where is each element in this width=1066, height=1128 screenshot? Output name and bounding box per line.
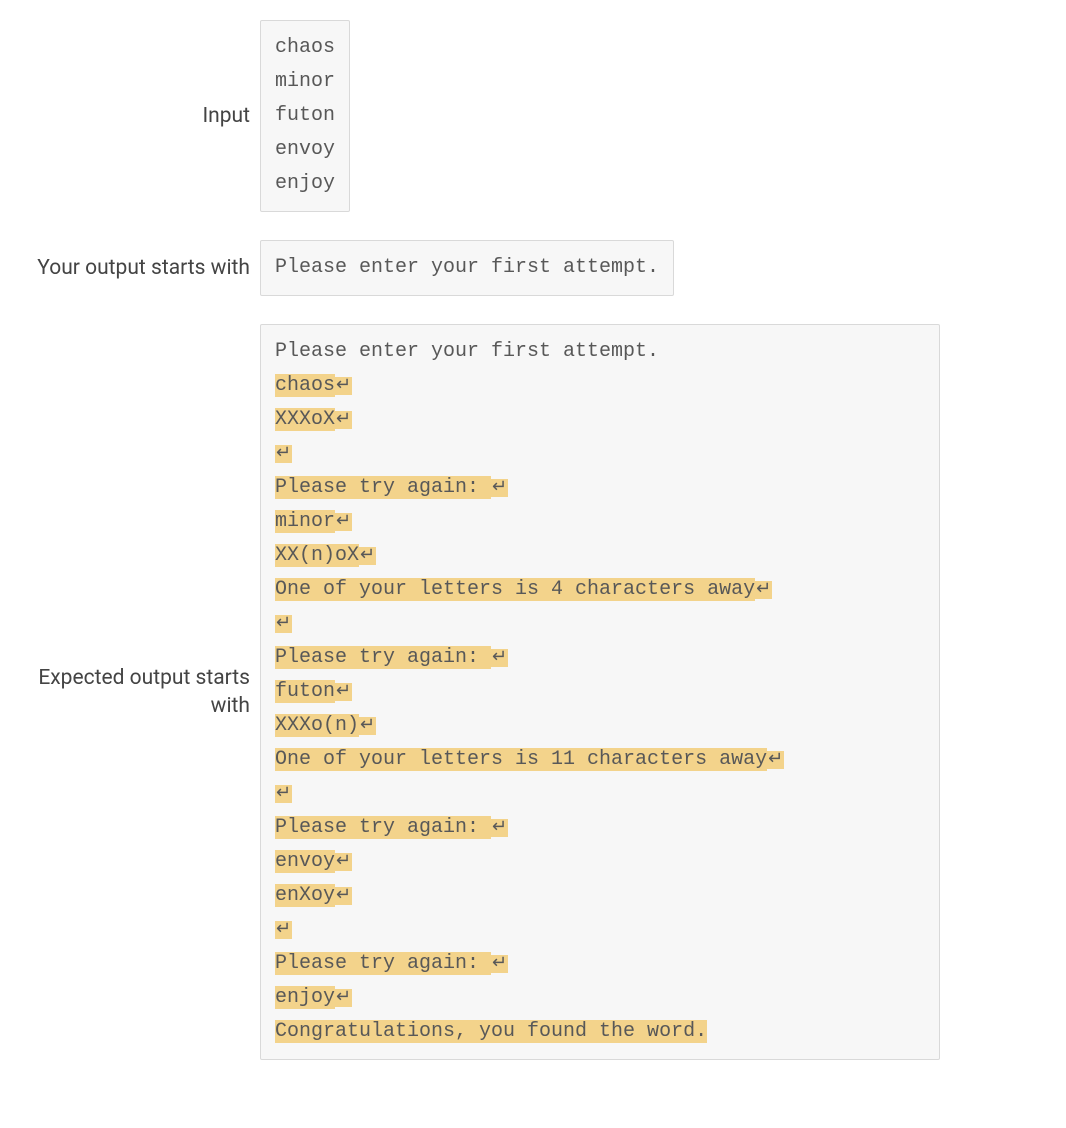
row-input: Input chaos minor futon envoy enjoy: [30, 20, 1036, 212]
your-output-code-box: Please enter your first attempt.: [260, 240, 674, 296]
row-your-output: Your output starts with Please enter you…: [30, 240, 1036, 296]
input-code-box: chaos minor futon envoy enjoy: [260, 20, 350, 212]
label-expected: Expected output starts with: [30, 664, 260, 721]
label-your-output: Your output starts with: [30, 254, 260, 282]
label-input: Input: [30, 102, 260, 130]
expected-output-code-box: Please enter your first attempt. chaos↵ …: [260, 324, 940, 1060]
row-expected: Expected output starts with Please enter…: [30, 324, 1036, 1060]
